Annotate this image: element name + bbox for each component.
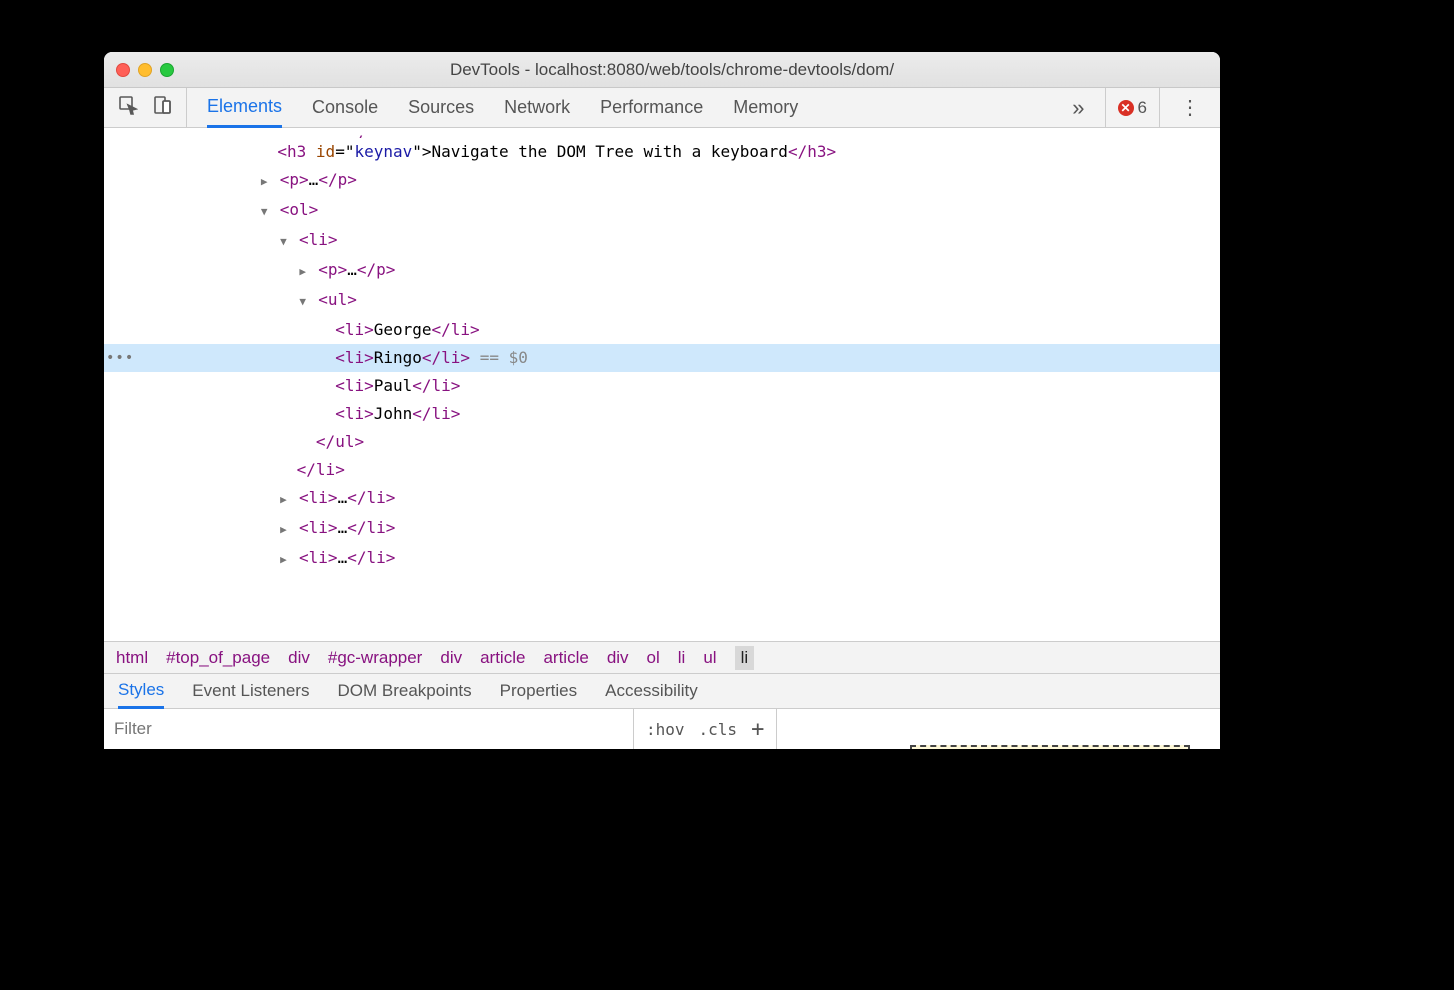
crumb-li-1[interactable]: li [678, 648, 686, 668]
tab-sources[interactable]: Sources [408, 89, 474, 126]
traffic-lights [116, 63, 174, 77]
crumb-div-1[interactable]: div [288, 648, 310, 668]
main-tabs: Elements Console Sources Network Perform… [187, 88, 1066, 127]
new-style-rule-button[interactable]: + [751, 717, 764, 742]
hov-toggle[interactable]: :hov [646, 720, 685, 739]
sub-tab-event-listeners[interactable]: Event Listeners [192, 675, 309, 707]
crumb-div-2[interactable]: div [440, 648, 462, 668]
sub-tab-dom-breakpoints[interactable]: DOM Breakpoints [337, 675, 471, 707]
dom-tree-panel[interactable]: ▶ <p>…</p> <h3 id="keynav">Navigate the … [104, 128, 1220, 641]
settings-menu-button[interactable]: ⋮ [1174, 95, 1206, 120]
styles-box-model-area [777, 709, 1220, 749]
crumb-ul[interactable]: ul [703, 648, 716, 668]
crumb-article-2[interactable]: article [543, 648, 588, 668]
dom-node-li-john[interactable]: <li>John</li> [104, 400, 1220, 428]
error-icon: ✕ [1118, 100, 1134, 116]
dom-node-h3[interactable]: <h3 id="keynav">Navigate the DOM Tree wi… [104, 138, 1220, 166]
dom-node-p-collapsed-2[interactable]: ▶ <p>…</p> [104, 256, 1220, 286]
tab-memory[interactable]: Memory [733, 89, 798, 126]
sub-tab-styles[interactable]: Styles [118, 674, 164, 709]
crumb-ol[interactable]: ol [647, 648, 660, 668]
dom-node-li-open[interactable]: ▼ <li> [104, 226, 1220, 256]
box-model-margin-box [910, 745, 1190, 749]
window-minimize-button[interactable] [138, 63, 152, 77]
window-title: DevTools - localhost:8080/web/tools/chro… [190, 60, 1154, 80]
tab-network[interactable]: Network [504, 89, 570, 126]
window-zoom-button[interactable] [160, 63, 174, 77]
styles-filter-input[interactable] [104, 709, 634, 749]
error-count: 6 [1138, 98, 1147, 118]
devtools-window: DevTools - localhost:8080/web/tools/chro… [104, 52, 1220, 749]
dom-node-ol-open[interactable]: ▼ <ol> [104, 196, 1220, 226]
sub-tab-accessibility[interactable]: Accessibility [605, 675, 698, 707]
dom-node-li-collapsed-1[interactable]: ▶ <li>…</li> [104, 484, 1220, 514]
dom-node-ul-close[interactable]: </ul> [104, 428, 1220, 456]
crumb-li-selected[interactable]: li [735, 646, 755, 670]
crumb-top-of-page[interactable]: #top_of_page [166, 648, 270, 668]
crumb-article-1[interactable]: article [480, 648, 525, 668]
dom-node-li-collapsed-3[interactable]: ▶ <li>…</li> [104, 544, 1220, 574]
dom-node-li-paul[interactable]: <li>Paul</li> [104, 372, 1220, 400]
inspect-element-icon[interactable] [118, 95, 138, 120]
dom-node-li-george[interactable]: <li>George</li> [104, 316, 1220, 344]
error-badge[interactable]: ✕ 6 [1105, 88, 1160, 127]
dom-node-li-close[interactable]: </li> [104, 456, 1220, 484]
tab-performance[interactable]: Performance [600, 89, 703, 126]
dom-breadcrumbs: html #top_of_page div #gc-wrapper div ar… [104, 641, 1220, 673]
titlebar: DevTools - localhost:8080/web/tools/chro… [104, 52, 1220, 88]
dom-node-li-ringo[interactable]: ••• <li>Ringo</li> == $0 [104, 344, 1220, 372]
cls-toggle[interactable]: .cls [699, 720, 738, 739]
tab-elements[interactable]: Elements [207, 88, 282, 128]
overflow-tabs-button[interactable]: » [1066, 95, 1090, 121]
toolbar-icons [114, 88, 187, 127]
device-toolbar-icon[interactable] [152, 95, 172, 120]
dom-node-li-collapsed-2[interactable]: ▶ <li>…</li> [104, 514, 1220, 544]
dom-node-cut: ▶ <p>…</p> [104, 128, 1220, 138]
dom-node-ul-open[interactable]: ▼ <ul> [104, 286, 1220, 316]
toolbar-right: » ✕ 6 ⋮ [1066, 88, 1210, 127]
styles-toolbar: :hov .cls + [104, 709, 1220, 749]
main-toolbar: Elements Console Sources Network Perform… [104, 88, 1220, 128]
crumb-html[interactable]: html [116, 648, 148, 668]
styles-sub-tabs: Styles Event Listeners DOM Breakpoints P… [104, 673, 1220, 709]
window-close-button[interactable] [116, 63, 130, 77]
sub-tab-properties[interactable]: Properties [500, 675, 577, 707]
styles-actions: :hov .cls + [634, 709, 777, 749]
dom-node-p-collapsed[interactable]: ▶ <p>…</p> [104, 166, 1220, 196]
crumb-gc-wrapper[interactable]: #gc-wrapper [328, 648, 423, 668]
crumb-div-3[interactable]: div [607, 648, 629, 668]
gutter-ellipsis-icon[interactable]: ••• [106, 344, 134, 372]
tab-console[interactable]: Console [312, 89, 378, 126]
